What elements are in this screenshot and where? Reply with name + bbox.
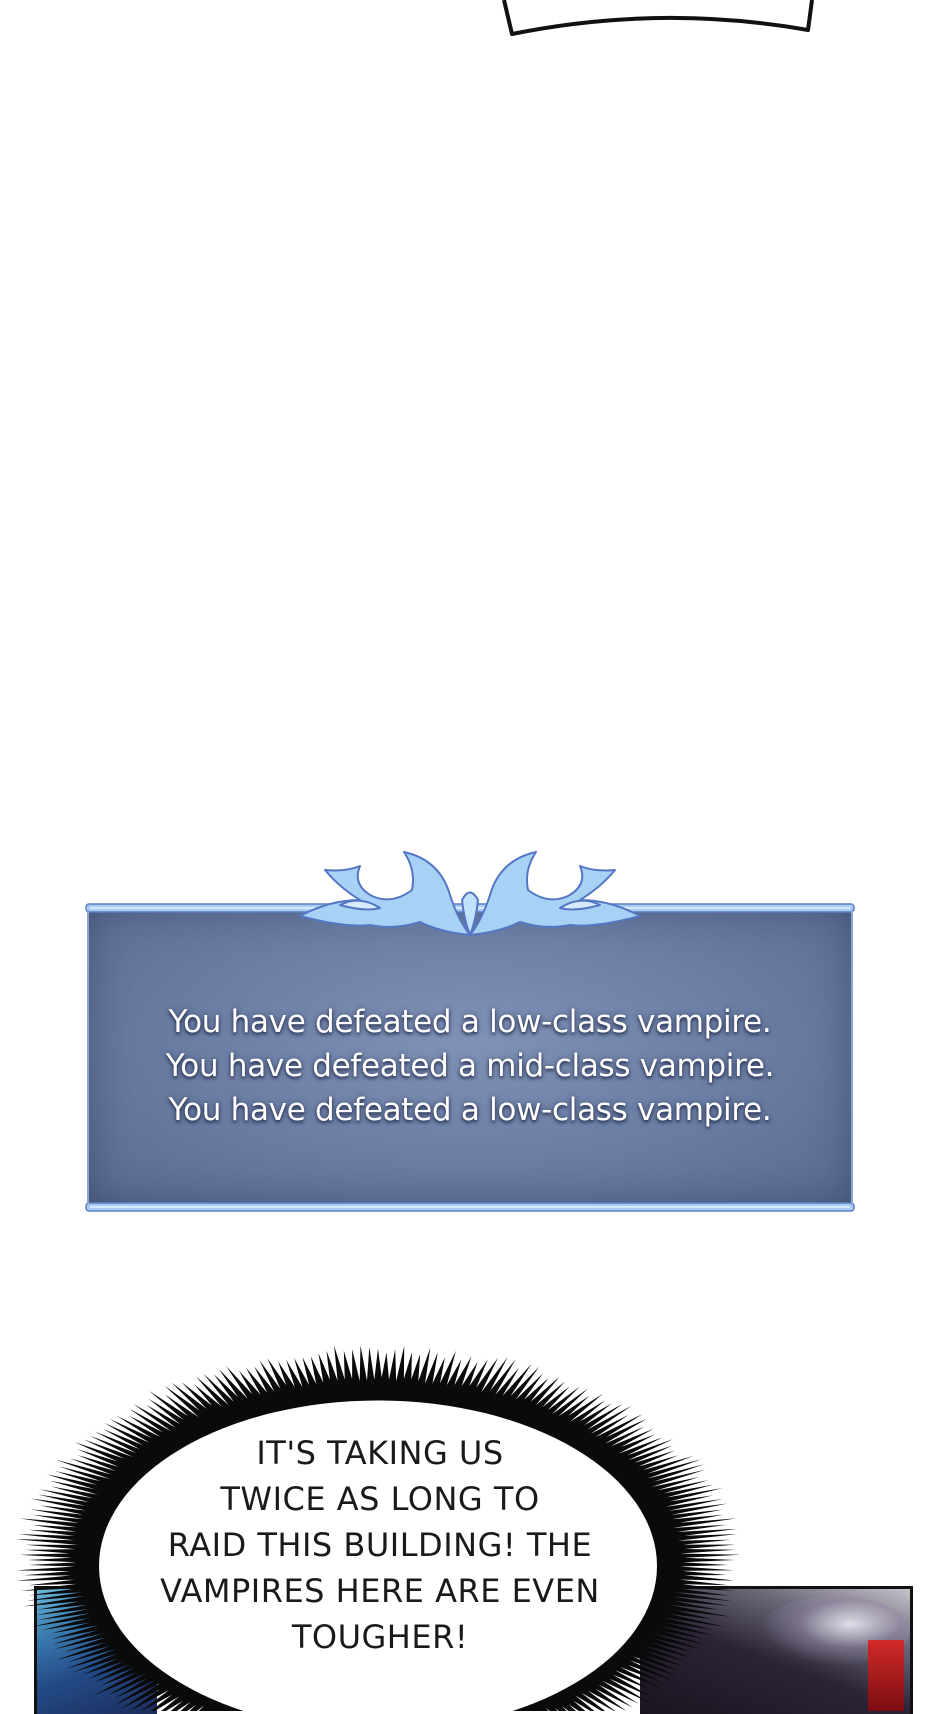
shout-text: IT'S TAKING US TWICE AS LONG TO RAID THI… <box>150 1430 610 1660</box>
shout-line: RAID THIS BUILDING! THE <box>167 1526 593 1564</box>
shout-line: IT'S TAKING US <box>256 1434 504 1472</box>
shout-line: TOUGHER! <box>291 1618 469 1656</box>
notification-frame <box>85 851 855 1212</box>
shout-line: TWICE AS LONG TO <box>220 1480 540 1518</box>
shout-line: VAMPIRES HERE ARE EVEN <box>160 1572 600 1610</box>
ornament-icon <box>299 851 641 936</box>
